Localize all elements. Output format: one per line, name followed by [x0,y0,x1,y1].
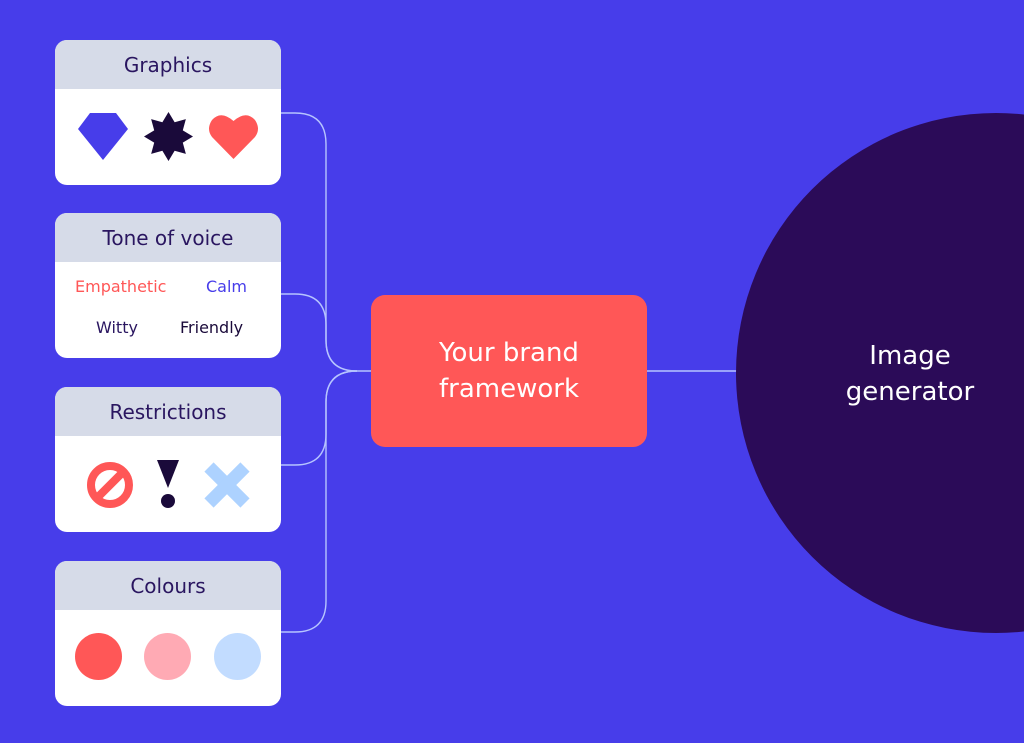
tone-word-witty: Witty [96,318,138,337]
restrictions-card: Restrictions [55,387,281,532]
connector-tone [281,293,358,372]
cross-icon [204,462,250,508]
colours-card: Colours [55,561,281,706]
tone-word-calm: Calm [206,277,248,296]
restrictions-title: Restrictions [55,387,281,436]
image-generator-label: Image generator [800,338,1020,410]
image-generator-line2: generator [845,377,975,407]
tone-word-friendly: Friendly [180,318,244,337]
connector-colours [281,370,358,633]
colour-swatch-red [75,633,122,680]
graphics-card: Graphics [55,40,281,185]
star-burst-icon [144,112,193,161]
connector-restrictions [281,370,358,466]
brand-framework-line2: framework [438,374,580,404]
graphics-title: Graphics [55,40,281,89]
brand-framework-box: Your brand framework [371,295,647,447]
colour-swatch-light-blue [214,633,261,680]
brand-framework-line1: Your brand [439,338,579,368]
tone-title: Tone of voice [55,213,281,262]
exclamation-icon [157,460,179,508]
prohibited-icon [87,462,133,508]
image-generator-line1: Image [869,341,951,371]
tone-word-empathetic: Empathetic [75,277,167,296]
colours-title: Colours [55,561,281,610]
diamond-icon [78,113,128,160]
tone-of-voice-card: Tone of voice Empathetic Calm Witty Frie… [55,213,281,358]
heart-icon [209,115,258,159]
colour-swatch-pink [144,633,191,680]
